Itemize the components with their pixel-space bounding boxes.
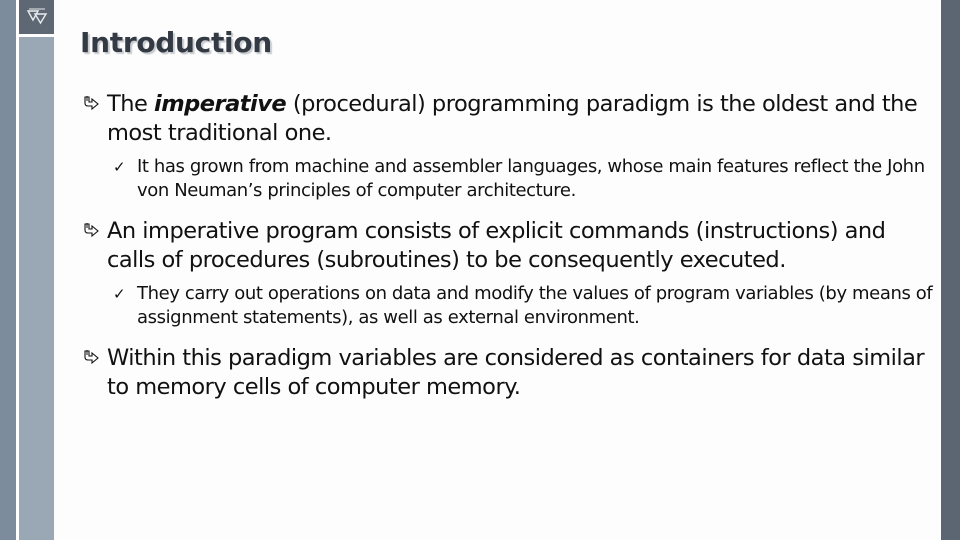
bullet-text: An imperative program consists of explic… xyxy=(107,218,886,273)
right-decorative-strip xyxy=(941,0,960,540)
bullet-item: An imperative program consists of explic… xyxy=(80,217,935,275)
hand-pointing-arrow-icon xyxy=(84,96,99,111)
left-decorative-strip-dark xyxy=(0,0,16,540)
sub-bullet-text: It has grown from machine and assembler … xyxy=(137,156,925,201)
slide-title: Introduction xyxy=(80,26,272,59)
university-logo-icon xyxy=(26,8,47,25)
logo xyxy=(19,0,54,34)
sub-bullet-item: ✓ It has grown from machine and assemble… xyxy=(80,155,935,203)
bullet-item: Within this paradigm variables are consi… xyxy=(80,344,935,402)
check-mark-icon: ✓ xyxy=(113,158,126,176)
hand-pointing-arrow-icon xyxy=(84,223,99,238)
bullet-emphasis: imperative xyxy=(154,91,287,117)
bullet-item: The imperative (procedural) programming … xyxy=(80,90,935,148)
check-mark-icon: ✓ xyxy=(113,285,126,303)
hand-pointing-arrow-icon xyxy=(84,350,99,365)
bullet-text: Within this paradigm variables are consi… xyxy=(107,345,925,400)
slide-content: The imperative (procedural) programming … xyxy=(80,90,935,402)
sub-bullet-text: They carry out operations on data and mo… xyxy=(137,283,933,328)
left-decorative-strip-light xyxy=(19,37,54,540)
sub-bullet-item: ✓ They carry out operations on data and … xyxy=(80,282,935,330)
bullet-text-before: The xyxy=(107,91,154,117)
